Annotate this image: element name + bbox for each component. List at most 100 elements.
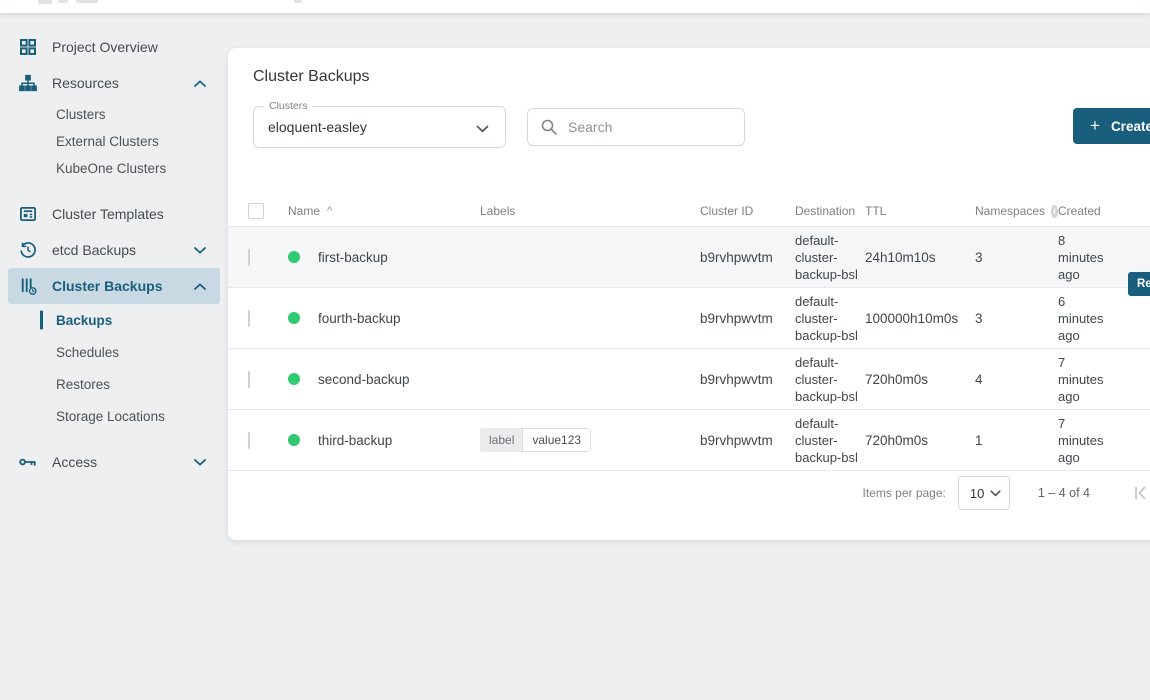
clusters-select-label: Clusters bbox=[264, 100, 313, 112]
search-field bbox=[527, 108, 745, 146]
sidebar-item-cluster-templates[interactable]: Cluster Templates bbox=[0, 196, 228, 232]
page-size-value: 10 bbox=[970, 486, 984, 501]
table-row[interactable]: fourth-backup b9rvhpwvtm default-cluster… bbox=[228, 288, 1150, 349]
create-button-label: Create bbox=[1111, 119, 1150, 134]
sidebar-item-storage-locations[interactable]: Storage Locations bbox=[0, 400, 228, 432]
table-footer: Items per page: 10 1 – 4 of 4 bbox=[228, 471, 1150, 515]
restore-button[interactable]: Res bbox=[1128, 272, 1150, 296]
sort-ascending-icon: ^ bbox=[327, 205, 332, 217]
sidebar-item-label: Backups bbox=[56, 313, 112, 328]
table-row[interactable]: second-backup b9rvhpwvtm default-cluster… bbox=[228, 349, 1150, 410]
cluster-backup-icon bbox=[18, 276, 38, 296]
pagination-range: 1 – 4 of 4 bbox=[1038, 486, 1090, 500]
table-header-row: Name ^ Labels Cluster ID Destination TTL… bbox=[228, 196, 1150, 227]
chevron-down-icon bbox=[990, 490, 1001, 497]
backup-cluster-id: b9rvhpwvtm bbox=[700, 250, 795, 265]
chevron-up-icon bbox=[194, 80, 206, 87]
clusters-select-value: eloquent-easley bbox=[268, 119, 367, 135]
row-checkbox[interactable] bbox=[248, 371, 250, 388]
first-page-icon[interactable] bbox=[1132, 484, 1150, 502]
backup-ttl: 24h10m10s bbox=[865, 250, 975, 265]
backup-name: first-backup bbox=[318, 250, 388, 265]
column-header-cluster-id: Cluster ID bbox=[700, 204, 795, 218]
backup-namespaces: 3 bbox=[975, 311, 1058, 326]
column-header-labels: Labels bbox=[480, 204, 700, 218]
sidebar-item-kubeone-clusters[interactable]: KubeOne Clusters bbox=[0, 155, 228, 182]
sidebar: Project Overview Resources Clusters Exte… bbox=[0, 13, 228, 480]
backup-namespaces: 4 bbox=[975, 372, 1058, 387]
cluster-backups-card: Cluster Backups Clusters eloquent-easley… bbox=[228, 48, 1150, 540]
backup-destination: default-cluster-backup-bsl bbox=[795, 293, 859, 344]
info-icon[interactable]: i bbox=[1051, 205, 1058, 218]
status-healthy-icon bbox=[288, 373, 300, 385]
backup-namespaces: 3 bbox=[975, 250, 1058, 265]
table-row[interactable]: first-backup b9rvhpwvtm default-cluster-… bbox=[228, 227, 1150, 288]
backup-name: second-backup bbox=[318, 372, 410, 387]
sidebar-item-etcd-backups[interactable]: etcd Backups bbox=[0, 232, 228, 268]
backup-cluster-id: b9rvhpwvtm bbox=[700, 311, 795, 326]
sidebar-item-access[interactable]: Access bbox=[0, 444, 228, 480]
chevron-down-icon bbox=[476, 125, 489, 133]
backup-name: fourth-backup bbox=[318, 311, 401, 326]
row-checkbox[interactable] bbox=[248, 310, 250, 327]
sidebar-item-label: KubeOne Clusters bbox=[56, 161, 166, 176]
sidebar-item-label: Schedules bbox=[56, 345, 119, 360]
label-chip-key: label bbox=[480, 428, 522, 452]
row-checkbox[interactable] bbox=[248, 432, 250, 449]
history-icon bbox=[18, 240, 38, 260]
select-all-checkbox[interactable] bbox=[248, 203, 264, 219]
row-checkbox[interactable] bbox=[248, 249, 250, 266]
sidebar-item-label: External Clusters bbox=[56, 134, 159, 149]
column-header-ttl: TTL bbox=[865, 204, 975, 218]
chevron-down-icon bbox=[194, 247, 206, 254]
template-icon bbox=[18, 204, 38, 224]
chevron-down-icon bbox=[194, 459, 206, 466]
search-input[interactable] bbox=[568, 119, 749, 135]
sidebar-item-backups[interactable]: Backups bbox=[0, 304, 228, 336]
sidebar-item-cluster-backups[interactable]: Cluster Backups bbox=[8, 268, 220, 304]
grid-icon bbox=[18, 37, 38, 57]
table-row[interactable]: third-backup label value123 b9rvhpwvtm d… bbox=[228, 410, 1150, 471]
top-bar bbox=[0, 0, 1150, 13]
column-header-name[interactable]: Name ^ bbox=[288, 204, 480, 218]
sidebar-item-label: Resources bbox=[52, 75, 119, 91]
backup-ttl: 720h0m0s bbox=[865, 372, 975, 387]
sidebar-item-resources[interactable]: Resources bbox=[0, 65, 228, 101]
backup-created: 6 minutes ago bbox=[1058, 293, 1114, 344]
column-header-created: Created bbox=[1058, 204, 1138, 218]
sidebar-item-label: etcd Backups bbox=[52, 242, 136, 258]
sidebar-item-schedules[interactable]: Schedules bbox=[0, 336, 228, 368]
label-chip-value: value123 bbox=[522, 428, 591, 452]
column-header-namespaces: Namespaces i bbox=[975, 204, 1058, 218]
backup-ttl: 100000h10m0s bbox=[865, 311, 975, 326]
backup-destination: default-cluster-backup-bsl bbox=[795, 232, 859, 283]
sidebar-item-label: Cluster Backups bbox=[52, 278, 162, 294]
sidebar-item-project-overview[interactable]: Project Overview bbox=[0, 29, 228, 65]
sidebar-item-label: Access bbox=[52, 454, 97, 470]
sidebar-item-clusters[interactable]: Clusters bbox=[0, 101, 228, 128]
page-title: Cluster Backups bbox=[253, 68, 370, 86]
backup-created: 7 minutes ago bbox=[1058, 415, 1114, 466]
page-size-select[interactable]: 10 bbox=[958, 476, 1010, 510]
chevron-up-icon bbox=[194, 283, 206, 290]
clusters-select[interactable]: Clusters eloquent-easley bbox=[253, 106, 506, 148]
status-healthy-icon bbox=[288, 251, 300, 263]
backup-cluster-id: b9rvhpwvtm bbox=[700, 372, 795, 387]
column-header-destination: Destination bbox=[795, 204, 865, 218]
sidebar-item-label: Storage Locations bbox=[56, 409, 165, 424]
backup-created: 7 minutes ago bbox=[1058, 354, 1114, 405]
label-chip: label value123 bbox=[480, 428, 591, 452]
backup-destination: default-cluster-backup-bsl bbox=[795, 415, 859, 466]
backup-namespaces: 1 bbox=[975, 433, 1058, 448]
search-icon bbox=[540, 118, 558, 136]
backup-created: 8 minutes ago bbox=[1058, 232, 1114, 283]
sidebar-item-restores[interactable]: Restores bbox=[0, 368, 228, 400]
backup-labels: label value123 bbox=[480, 428, 700, 452]
items-per-page-label: Items per page: bbox=[862, 486, 945, 500]
sidebar-item-external-clusters[interactable]: External Clusters bbox=[0, 128, 228, 155]
create-button[interactable]: + Create bbox=[1073, 108, 1150, 144]
backup-ttl: 720h0m0s bbox=[865, 433, 975, 448]
sidebar-item-label: Restores bbox=[56, 377, 110, 392]
backups-table: Name ^ Labels Cluster ID Destination TTL… bbox=[228, 196, 1150, 515]
backup-cluster-id: b9rvhpwvtm bbox=[700, 433, 795, 448]
